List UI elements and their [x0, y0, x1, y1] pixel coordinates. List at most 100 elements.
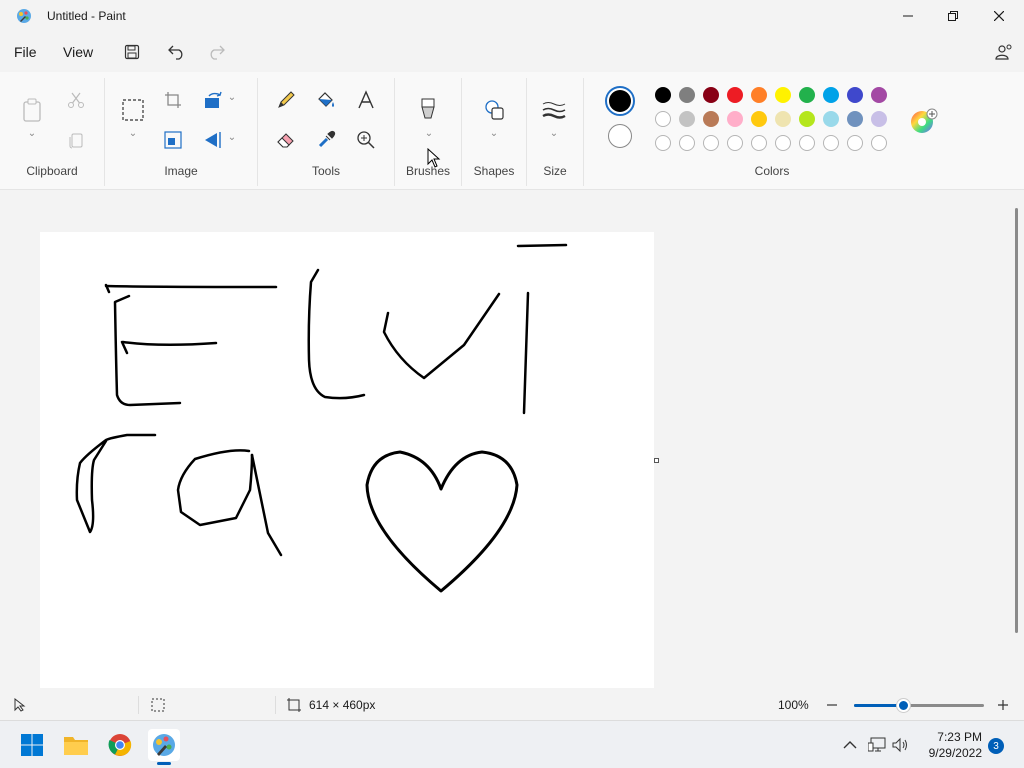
close-button[interactable]: [976, 0, 1022, 32]
custom-color-slot[interactable]: [775, 135, 791, 151]
custom-color-slot[interactable]: [847, 135, 863, 151]
palette-color-swatch[interactable]: [871, 87, 887, 103]
network-button[interactable]: [866, 729, 888, 761]
brushes-button[interactable]: [416, 98, 440, 122]
custom-color-slot[interactable]: [751, 135, 767, 151]
palette-color-swatch[interactable]: [751, 111, 767, 127]
shapes-button[interactable]: [482, 98, 506, 122]
rotate-button[interactable]: [201, 88, 225, 112]
size-label: Size: [543, 164, 567, 178]
palette-color-swatch[interactable]: [847, 111, 863, 127]
palette-color-swatch[interactable]: [703, 111, 719, 127]
vertical-scrollbar[interactable]: [1015, 208, 1018, 633]
chrome-icon: [108, 734, 132, 756]
cut-button[interactable]: [64, 88, 88, 112]
colors-group: Colors: [584, 72, 960, 190]
edit-colors-button[interactable]: [910, 108, 938, 136]
brushes-chevron-icon[interactable]: ⌄: [424, 128, 434, 139]
crop-button[interactable]: [161, 88, 185, 112]
paste-chevron-icon[interactable]: ⌄: [27, 128, 37, 139]
custom-color-slot[interactable]: [727, 135, 743, 151]
undo-button[interactable]: [165, 40, 189, 64]
palette-color-swatch[interactable]: [727, 111, 743, 127]
system-clock[interactable]: 7:23 PM 9/29/2022: [929, 729, 982, 761]
palette-color-swatch[interactable]: [775, 87, 791, 103]
fill-button[interactable]: [314, 88, 338, 112]
folder-icon: [64, 737, 88, 755]
pencil-button[interactable]: [274, 88, 298, 112]
paint-icon: [153, 734, 175, 756]
zoom-slider-fill: [854, 704, 904, 707]
chrome-button[interactable]: [104, 729, 136, 761]
palette-color-swatch[interactable]: [799, 87, 815, 103]
text-button[interactable]: [354, 88, 378, 112]
save-icon: [124, 44, 140, 60]
custom-color-slot[interactable]: [823, 135, 839, 151]
select-button[interactable]: [121, 98, 145, 122]
cursor-position: [14, 690, 26, 720]
shapes-chevron-icon[interactable]: ⌄: [489, 128, 499, 139]
secondary-color-button[interactable]: [608, 124, 632, 148]
custom-color-slot[interactable]: [799, 135, 815, 151]
palette-color-swatch[interactable]: [679, 111, 695, 127]
drawing-strokes: [75, 243, 568, 593]
status-divider: [275, 696, 276, 714]
selection-size: [151, 690, 165, 720]
view-menu[interactable]: View: [57, 40, 99, 64]
paste-button[interactable]: [20, 98, 44, 122]
zoom-slider-thumb[interactable]: [897, 699, 911, 712]
palette-color-swatch[interactable]: [655, 111, 671, 127]
paint-taskbar-button[interactable]: [148, 729, 180, 765]
zoom-slider[interactable]: [854, 699, 984, 712]
custom-color-slot[interactable]: [655, 135, 671, 151]
primary-color-button[interactable]: [605, 86, 635, 116]
restore-button[interactable]: [930, 0, 976, 32]
rotate-chevron-icon[interactable]: ⌄: [227, 92, 237, 103]
zoom-out-button[interactable]: [826, 690, 838, 720]
drawing-canvas[interactable]: [40, 232, 654, 688]
undo-icon: [168, 45, 183, 60]
canvas-size: 614 × 460px: [287, 690, 375, 720]
palette-color-swatch[interactable]: [871, 111, 887, 127]
flip-chevron-icon[interactable]: ⌄: [227, 132, 237, 143]
custom-color-slot[interactable]: [871, 135, 887, 151]
notification-badge[interactable]: 3: [988, 738, 1004, 754]
mouse-cursor-icon: [427, 148, 441, 168]
color-picker-button[interactable]: [314, 128, 338, 152]
palette-color-swatch[interactable]: [751, 87, 767, 103]
volume-button[interactable]: [890, 729, 912, 761]
resize-button[interactable]: [161, 128, 185, 152]
palette-color-swatch[interactable]: [847, 87, 863, 103]
flip-button[interactable]: [201, 128, 225, 152]
palette-color-swatch[interactable]: [655, 87, 671, 103]
title-bar: Untitled - Paint: [0, 0, 1024, 32]
palette-color-swatch[interactable]: [775, 111, 791, 127]
redo-button[interactable]: [204, 40, 228, 64]
palette-color-swatch[interactable]: [727, 87, 743, 103]
palette-color-swatch[interactable]: [823, 87, 839, 103]
show-hidden-icons-button[interactable]: [836, 729, 864, 761]
zoom-in-button[interactable]: [997, 690, 1009, 720]
palette-color-swatch[interactable]: [679, 87, 695, 103]
save-button[interactable]: [120, 40, 144, 64]
size-button[interactable]: [542, 98, 566, 122]
canvas-resize-handle[interactable]: [654, 458, 659, 463]
size-chevron-icon[interactable]: ⌄: [549, 128, 559, 139]
palette-color-swatch[interactable]: [823, 111, 839, 127]
minimize-button[interactable]: [885, 0, 931, 32]
magnifier-button[interactable]: [354, 128, 378, 152]
select-chevron-icon[interactable]: ⌄: [128, 128, 138, 139]
custom-color-slot[interactable]: [703, 135, 719, 151]
account-button[interactable]: [992, 40, 1016, 64]
palette-color-swatch[interactable]: [703, 87, 719, 103]
palette-color-swatch[interactable]: [799, 111, 815, 127]
custom-color-slot[interactable]: [679, 135, 695, 151]
copy-button[interactable]: [64, 128, 88, 152]
start-button[interactable]: [16, 729, 48, 761]
canvas-size-icon: [287, 698, 301, 712]
file-menu[interactable]: File: [8, 40, 43, 64]
plus-icon: [998, 700, 1008, 710]
zoom-level[interactable]: 100%: [778, 690, 809, 720]
eraser-button[interactable]: [274, 128, 298, 152]
file-explorer-button[interactable]: [60, 729, 92, 761]
